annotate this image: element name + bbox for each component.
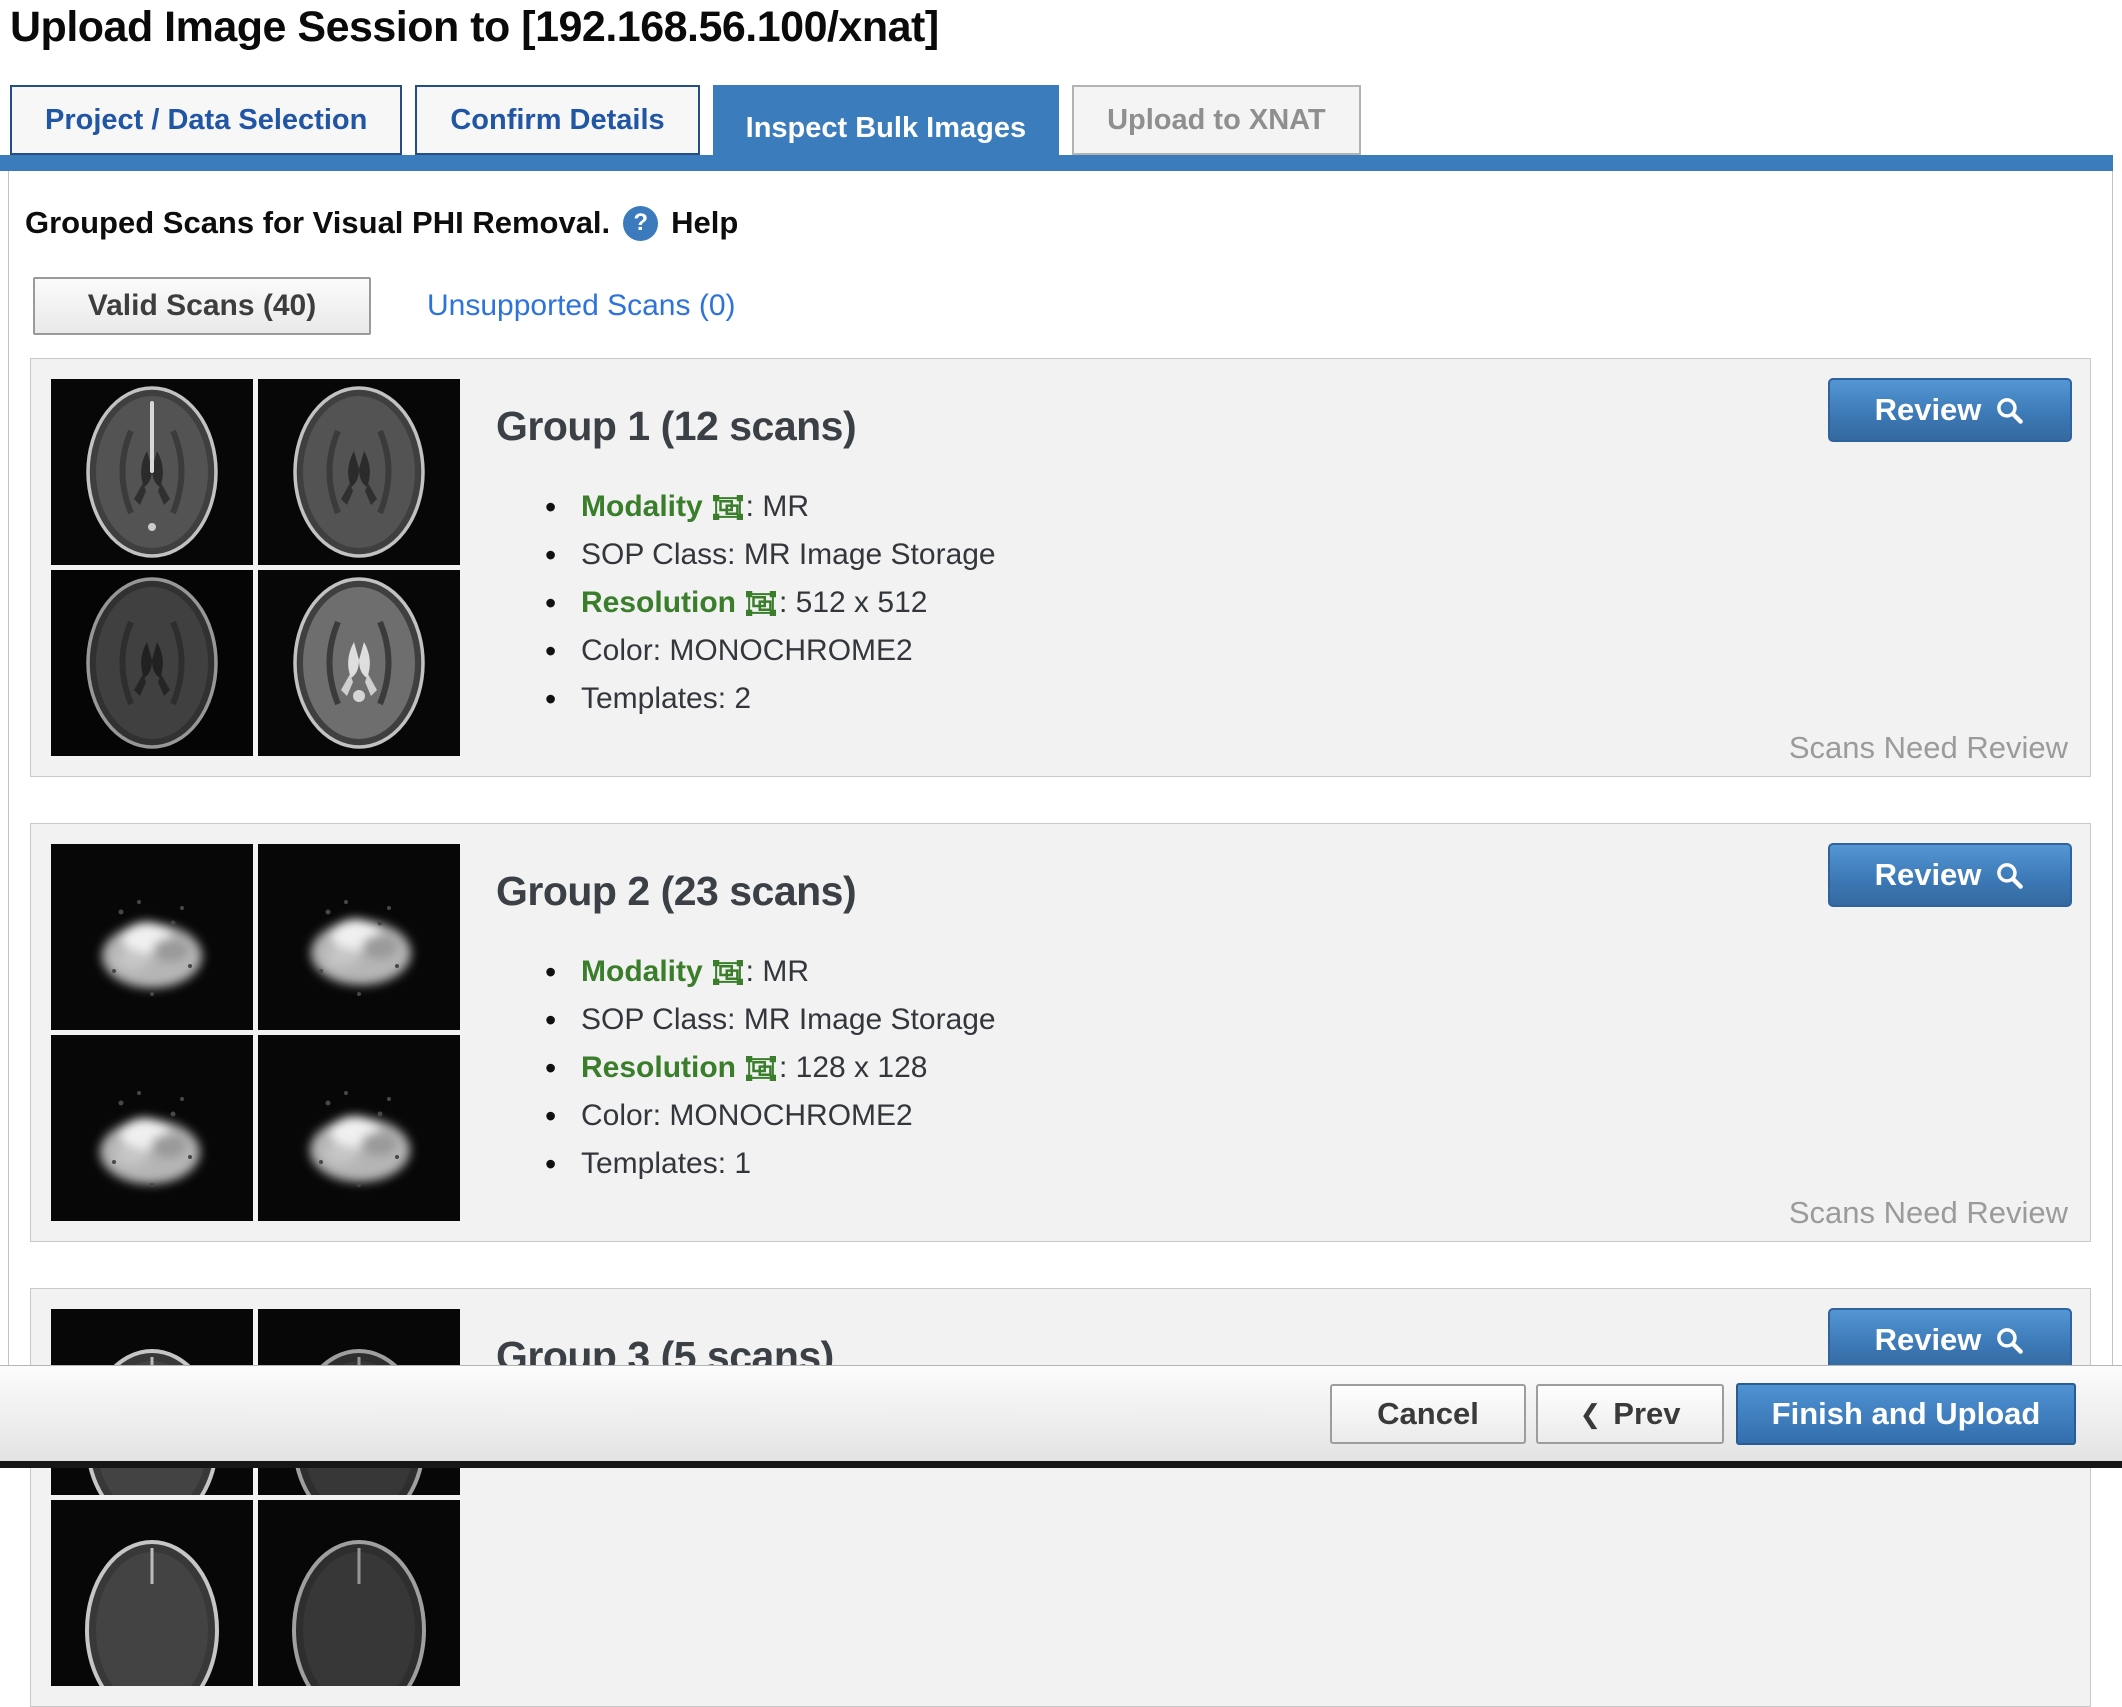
field-separator: :: [653, 1099, 670, 1132]
section-heading: Grouped Scans for Visual PHI Removal.: [25, 205, 610, 241]
review-button[interactable]: Review: [1828, 378, 2072, 442]
help-icon[interactable]: ?: [623, 206, 658, 241]
scan-attribute: SOP Class: MR Image Storage: [543, 531, 996, 579]
active-tab-underline-bar: [0, 155, 2113, 171]
field-separator: :: [718, 1147, 735, 1180]
group-list: Group 1 (12 scans) Modality: MRSOP Class…: [30, 358, 2091, 1707]
field-separator: :: [727, 538, 744, 571]
scan-group-card: Group 3 (5 scans) Review: [30, 1288, 2091, 1707]
page-title: Upload Image Session to [192.168.56.100/…: [10, 0, 939, 56]
scan-attribute: Resolution: 512 x 512: [543, 579, 996, 627]
field-value: MR: [762, 955, 809, 988]
scan-attribute-list: Modality: MRSOP Class: MR Image StorageR…: [543, 483, 996, 723]
prev-button-label: Prev: [1613, 1396, 1680, 1432]
field-separator: :: [653, 634, 670, 667]
scan-thumbnail: [51, 844, 253, 1030]
object-group-icon: [746, 591, 776, 616]
review-button[interactable]: Review: [1828, 843, 2072, 907]
finish-upload-button[interactable]: Finish and Upload: [1736, 1383, 2076, 1445]
help-label: Help: [671, 205, 738, 241]
scan-thumbnail: [258, 1500, 460, 1686]
review-button[interactable]: Review: [1828, 1308, 2072, 1372]
field-value: 128 x 128: [796, 1051, 928, 1084]
review-button-label: Review: [1875, 1322, 1982, 1358]
content-panel: Grouped Scans for Visual PHI Removal. ? …: [8, 171, 2113, 1468]
group-title: Group 2 (23 scans): [496, 868, 856, 915]
window-bottom-edge: [0, 1461, 2122, 1468]
scan-thumbnail: [51, 1500, 253, 1686]
scan-attribute: Modality: MR: [543, 483, 996, 531]
review-button-label: Review: [1875, 392, 1982, 428]
scan-group-card: Group 1 (12 scans) Modality: MRSOP Class…: [30, 358, 2091, 777]
field-value: 1: [734, 1147, 751, 1180]
search-icon: [1994, 395, 2025, 426]
field-label: SOP Class: [581, 1003, 727, 1036]
field-value: 2: [734, 682, 751, 715]
scan-attribute: Color: MONOCHROME2: [543, 1092, 996, 1140]
field-label: Templates: [581, 682, 718, 715]
scan-filter-row: Valid Scans (40) Unsupported Scans (0): [33, 277, 2112, 335]
tab-project-data-selection[interactable]: Project / Data Selection: [10, 85, 402, 155]
field-label: Resolution: [581, 1051, 736, 1084]
scan-attribute: Modality: MR: [543, 948, 996, 996]
tab-confirm-details[interactable]: Confirm Details: [415, 85, 699, 155]
scan-attribute: SOP Class: MR Image Storage: [543, 996, 996, 1044]
search-icon: [1994, 1325, 2025, 1356]
scan-thumbnail: [51, 379, 253, 565]
object-group-icon: [713, 960, 743, 985]
field-value: MR Image Storage: [744, 1003, 996, 1036]
field-separator: :: [746, 955, 763, 988]
tab-upload-to-xnat[interactable]: Upload to XNAT: [1072, 85, 1361, 155]
field-label: Modality: [581, 955, 703, 988]
cancel-button[interactable]: Cancel: [1330, 1384, 1526, 1444]
scan-thumbnail: [258, 1035, 460, 1221]
field-separator: :: [779, 1051, 796, 1084]
scan-thumbnail-grid: [51, 379, 460, 756]
field-label: Resolution: [581, 586, 736, 619]
scan-thumbnail: [258, 379, 460, 565]
object-group-icon: [713, 495, 743, 520]
scan-group-card: Group 2 (23 scans) Modality: MRSOP Class…: [30, 823, 2091, 1242]
scan-thumbnail: [51, 570, 253, 756]
scan-attribute: Templates: 2: [543, 675, 996, 723]
field-value: MR Image Storage: [744, 538, 996, 571]
field-label: Modality: [581, 490, 703, 523]
field-value: 512 x 512: [796, 586, 928, 619]
field-label: Templates: [581, 1147, 718, 1180]
group-title: Group 1 (12 scans): [496, 403, 856, 450]
scan-attribute: Templates: 1: [543, 1140, 996, 1188]
field-separator: :: [746, 490, 763, 523]
field-label: Color: [581, 1099, 653, 1132]
section-heading-row: Grouped Scans for Visual PHI Removal. ? …: [25, 205, 2112, 241]
status-text: Scans Need Review: [1789, 730, 2068, 766]
status-text: Scans Need Review: [1789, 1195, 2068, 1231]
scan-thumbnail: [51, 1035, 253, 1221]
valid-scans-tab[interactable]: Valid Scans (40): [33, 277, 371, 335]
scan-thumbnail-grid: [51, 844, 460, 1221]
field-label: SOP Class: [581, 538, 727, 571]
field-value: MR: [762, 490, 809, 523]
field-label: Color: [581, 634, 653, 667]
object-group-icon: [746, 1056, 776, 1081]
unsupported-scans-tab[interactable]: Unsupported Scans (0): [427, 289, 736, 323]
field-separator: :: [718, 682, 735, 715]
review-button-label: Review: [1875, 857, 1982, 893]
prev-button[interactable]: ❮ Prev: [1536, 1384, 1724, 1444]
scan-thumbnail: [258, 570, 460, 756]
scan-attribute: Color: MONOCHROME2: [543, 627, 996, 675]
scan-attribute: Resolution: 128 x 128: [543, 1044, 996, 1092]
field-separator: :: [727, 1003, 744, 1036]
chevron-left-icon: ❮: [1579, 1401, 1601, 1427]
field-value: MONOCHROME2: [669, 1099, 912, 1132]
footer-action-bar: Cancel ❮ Prev Finish and Upload: [0, 1365, 2122, 1462]
field-value: MONOCHROME2: [669, 634, 912, 667]
search-icon: [1994, 860, 2025, 891]
scan-attribute-list: Modality: MRSOP Class: MR Image StorageR…: [543, 948, 996, 1188]
field-separator: :: [779, 586, 796, 619]
scan-thumbnail: [258, 844, 460, 1030]
